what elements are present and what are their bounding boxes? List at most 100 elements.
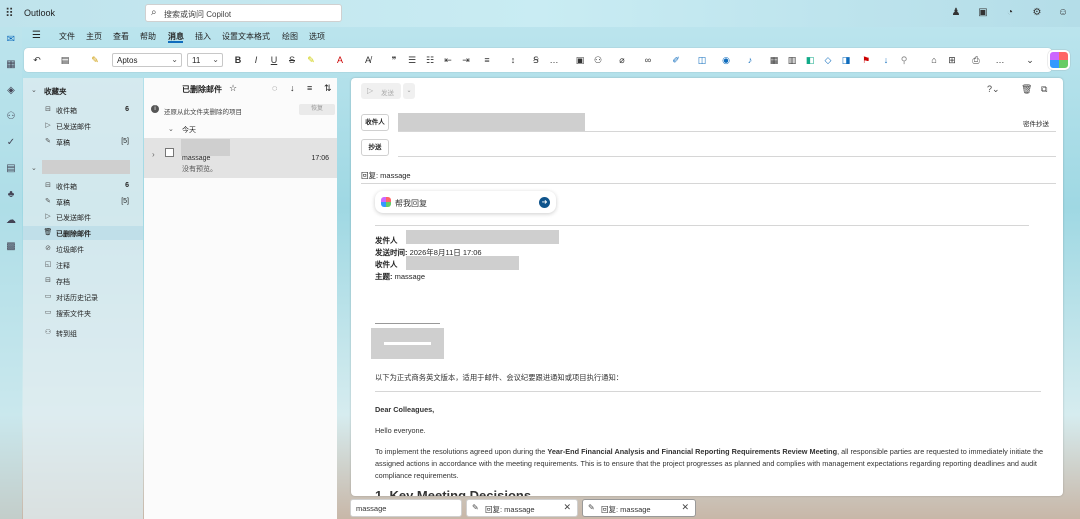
filter-icon[interactable]: ≡ [307,83,312,93]
todo-icon[interactable]: ✓ [4,136,18,150]
more-options-icon[interactable]: … [994,53,1006,67]
apps-icon[interactable]: ▩ [4,240,18,254]
sensitivity-icon[interactable]: ⚲ [898,53,910,67]
teams-icon[interactable]: ♟ [950,7,962,19]
table-icon[interactable]: ▦ [768,53,780,67]
folder-inbox-fav[interactable]: ⊟ 收件箱 6 [23,103,143,117]
group-header-today[interactable]: ⌄ 今天 [144,122,337,136]
arrow-right-icon[interactable]: ➜ [539,197,550,208]
translate-icon[interactable]: ⊞ [946,53,958,67]
folder-sent-fav[interactable]: ▷ 已发送邮件 [23,119,143,133]
profile-icon[interactable]: ☺ [1057,7,1069,19]
flag-icon[interactable]: ⚑ [860,53,872,67]
more-icon[interactable]: … [548,53,560,67]
hamburger-icon[interactable]: ☰ [32,30,41,41]
people-icon[interactable]: ⚇ [4,110,18,124]
font-family-select[interactable]: Aptos ⌄ [112,53,182,67]
menu-file[interactable]: 文件 [59,31,75,42]
bell-icon[interactable]: ◔ [1004,7,1016,19]
styles-icon[interactable]: Ꞩ [530,53,542,67]
favorites-header[interactable]: ⌄ 收藏夹 [23,83,143,97]
popout-icon[interactable]: ⧉ [1041,84,1047,95]
menu-help[interactable]: 帮助 [140,31,156,42]
menu-insert[interactable]: 插入 [195,31,211,42]
to-button[interactable]: 收件人 [361,114,389,131]
italic-icon[interactable]: I [250,53,262,67]
folder-archive[interactable]: ⊟ 存档 [23,274,143,288]
excel-icon[interactable]: ◧ [804,53,816,67]
immersive-reader-icon[interactable]: ⌂ [928,53,940,67]
folder-drafts-fav[interactable]: ✎ 草稿 [5] [23,135,143,149]
paste-icon[interactable]: ▤ [58,53,72,67]
bcc-link[interactable]: 密件抄送 [1023,118,1049,128]
folder-deleted[interactable]: 🗑 已删除邮件 [23,226,143,240]
indent-icon[interactable]: ⇥ [460,53,472,67]
notes-icon[interactable]: ▤ [4,162,18,176]
numbering-icon[interactable]: ☷ [424,53,436,67]
onedrive-icon[interactable]: ☁ [4,214,18,228]
help-me-reply-input[interactable]: 帮我回复 [395,198,427,209]
addin-icon[interactable]: ◇ [822,53,834,67]
menu-options[interactable]: 选项 [309,31,325,42]
print-icon[interactable]: ⎙ [970,53,982,67]
draft-tab-1[interactable]: massage [350,499,462,517]
sort-icon[interactable]: ⇅ [324,83,332,94]
select-checkbox[interactable] [165,148,174,157]
draft-tab-2[interactable]: ✎ 回复: massage ✕ [466,499,578,517]
folder-junk[interactable]: ⊘ 垃圾邮件 [23,242,143,256]
restore-button[interactable]: 恢复 [299,104,335,115]
search-input[interactable]: ⌕ 搜索或询问 Copilot [145,4,342,22]
chevron-right-icon[interactable]: › [152,150,155,159]
app-launcher-icon[interactable]: ⠿ [5,7,17,19]
underline-icon[interactable]: U [268,53,280,67]
copilot-help-me-reply[interactable]: 帮我回复 ➜ [375,191,556,213]
bold-icon[interactable]: B [232,53,244,67]
list-item[interactable]: › massage 没有预览。 17:06 [144,138,337,178]
star-icon[interactable]: ☆ [229,83,237,94]
calendar-icon[interactable]: ▣ [977,7,989,19]
menu-draw[interactable]: 绘图 [282,31,298,42]
highlight-icon[interactable]: ✎ [305,53,317,67]
form-icon[interactable]: ◨ [840,53,852,67]
low-importance-icon[interactable]: ↓ [880,53,892,67]
folder-conversation-history[interactable]: ▭ 对话历史记录 [23,290,143,304]
font-size-select[interactable]: 11 ⌄ [187,53,223,67]
go-to-groups[interactable]: ⚇ 转到组 [23,326,143,340]
signature-icon[interactable]: ✐ [670,53,682,67]
bullets-icon[interactable]: ☰ [406,53,418,67]
calendar-icon[interactable]: ▦ [4,58,18,72]
spacing-icon[interactable]: ↕ [504,53,522,67]
chart-icon[interactable]: ▥ [786,53,798,67]
send-options-dropdown[interactable]: ⌄ [403,83,415,99]
folder-notes[interactable]: ◱ 注释 [23,258,143,272]
folder-drafts[interactable]: ✎ 草稿 [5] [23,195,143,209]
folder-sent[interactable]: ▷ 已发送邮件 [23,210,143,224]
menu-view[interactable]: 查看 [113,31,129,42]
link-icon[interactable]: ∞ [642,53,654,67]
strikethrough-icon[interactable]: S [286,53,298,67]
microphone-icon[interactable]: ♪ [744,53,756,67]
format-painter-icon[interactable]: ✎ [88,53,102,67]
gear-icon[interactable]: ⚙ [1031,7,1043,19]
close-icon[interactable]: ✕ [681,502,689,513]
folder-search-folders[interactable]: ▭ 搜索文件夹 [23,306,143,320]
quote-icon[interactable]: ❞ [388,53,400,67]
draft-tab-3[interactable]: ✎ 回复: massage ✕ [582,499,696,517]
loop-icon[interactable]: ◉ [720,53,732,67]
send-button[interactable]: ▷ 发送 [361,83,401,99]
org-icon[interactable]: ♣ [4,188,18,202]
meeting-icon[interactable]: ◫ [696,53,708,67]
align-icon[interactable]: ≡ [478,53,496,67]
undo-icon[interactable]: ↶ [30,53,44,67]
select-icon[interactable]: ◌ [272,83,277,93]
font-color-icon[interactable]: A [334,53,346,67]
menu-format-text[interactable]: 设置文本格式 [222,31,270,42]
subject-field[interactable]: 回复: massage [361,170,411,181]
outdent-icon[interactable]: ⇤ [442,53,454,67]
ribbon-expand-icon[interactable]: ⌄ [1024,53,1036,67]
mail-icon[interactable]: ✉ [4,33,18,47]
editor-icon[interactable]: ⚇ [592,53,604,67]
trash-icon[interactable]: 🗑 [1021,84,1032,95]
cc-button[interactable]: 抄送 [361,139,389,156]
help-icon[interactable]: ?⌄ [987,84,1000,95]
